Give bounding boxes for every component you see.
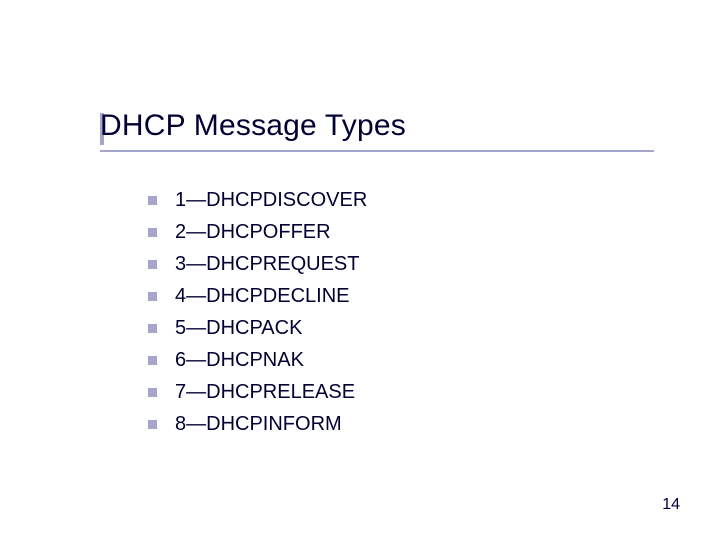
list-item: 8—DHCPINFORM bbox=[148, 408, 648, 440]
list-item-label: 3—DHCPREQUEST bbox=[175, 248, 359, 280]
list-item: 6—DHCPNAK bbox=[148, 344, 648, 376]
square-bullet-icon bbox=[148, 228, 157, 237]
title-wrap: DHCP Message Types bbox=[100, 108, 406, 144]
list-item: 3—DHCPREQUEST bbox=[148, 248, 648, 280]
list-item: 2—DHCPOFFER bbox=[148, 216, 648, 248]
list-item-label: 7—DHCPRELEASE bbox=[175, 376, 355, 408]
list-item-label: 8—DHCPINFORM bbox=[175, 408, 342, 440]
square-bullet-icon bbox=[148, 420, 157, 429]
list-item-label: 6—DHCPNAK bbox=[175, 344, 304, 376]
list-item: 1—DHCPDISCOVER bbox=[148, 184, 648, 216]
square-bullet-icon bbox=[148, 260, 157, 269]
list-item-label: 5—DHCPACK bbox=[175, 312, 302, 344]
list-item: 4—DHCPDECLINE bbox=[148, 280, 648, 312]
square-bullet-icon bbox=[148, 356, 157, 365]
list-item-label: 2—DHCPOFFER bbox=[175, 216, 331, 248]
bullet-list: 1—DHCPDISCOVER 2—DHCPOFFER 3—DHCPREQUEST… bbox=[148, 184, 648, 440]
list-item-label: 4—DHCPDECLINE bbox=[175, 280, 349, 312]
page-title: DHCP Message Types bbox=[100, 108, 406, 144]
square-bullet-icon bbox=[148, 324, 157, 333]
square-bullet-icon bbox=[148, 388, 157, 397]
list-item: 7—DHCPRELEASE bbox=[148, 376, 648, 408]
page-number: 14 bbox=[662, 496, 680, 514]
slide: DHCP Message Types 1—DHCPDISCOVER 2—DHCP… bbox=[0, 0, 720, 540]
title-underline bbox=[100, 150, 654, 152]
list-item: 5—DHCPACK bbox=[148, 312, 648, 344]
square-bullet-icon bbox=[148, 196, 157, 205]
square-bullet-icon bbox=[148, 292, 157, 301]
list-item-label: 1—DHCPDISCOVER bbox=[175, 184, 367, 216]
